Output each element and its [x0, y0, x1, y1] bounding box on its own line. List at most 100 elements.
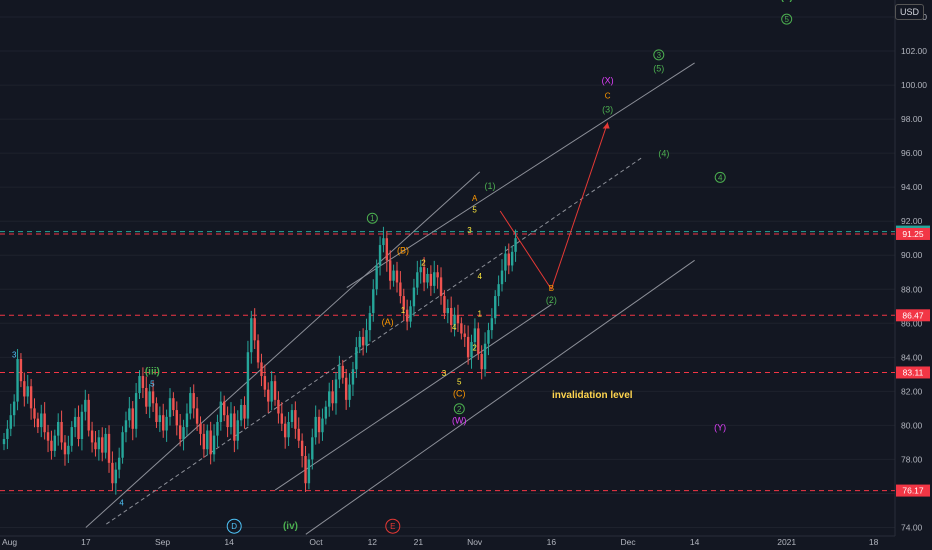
- wave-label: invalidation level: [552, 390, 633, 401]
- candle-body: [443, 296, 446, 314]
- candle-body: [338, 365, 341, 380]
- price-tag-label: 86.47: [902, 310, 924, 320]
- candle-body: [63, 442, 67, 455]
- candle-body: [199, 423, 202, 434]
- candle-body: [60, 421, 63, 443]
- candle-body: [250, 318, 253, 353]
- candle-body: [497, 284, 500, 297]
- candle-body: [43, 413, 46, 433]
- candle-body: [334, 379, 338, 404]
- candle-body: [378, 245, 382, 266]
- candle-body: [12, 401, 16, 416]
- wave-label: B: [549, 284, 554, 293]
- candle-body: [456, 314, 460, 324]
- candle-body: [283, 423, 287, 438]
- candle-body: [97, 437, 101, 450]
- wave-label: 3: [12, 350, 17, 359]
- x-tick-label: Dec: [621, 537, 637, 547]
- candle-body: [487, 330, 490, 344]
- candle-body: [331, 391, 334, 404]
- candle-body: [57, 421, 60, 436]
- wave-label: 3: [467, 226, 472, 235]
- candle-body: [131, 408, 134, 429]
- price-tag-label: 83.11: [903, 367, 924, 377]
- candle-body: [151, 391, 155, 404]
- wave-label: D: [231, 522, 237, 531]
- candle-body: [162, 415, 165, 431]
- candle-body: [223, 401, 226, 416]
- candle-body: [422, 267, 426, 283]
- candle-body: [172, 398, 175, 411]
- wave-label: A: [472, 194, 478, 203]
- y-tick-label: 102.00: [901, 46, 927, 56]
- candle-body: [314, 416, 317, 438]
- candle-body: [233, 413, 236, 441]
- candle-body: [307, 459, 311, 484]
- candle-body: [212, 435, 216, 455]
- candle-body: [80, 411, 84, 440]
- candle-body: [477, 328, 480, 354]
- candle-body: [463, 333, 466, 337]
- candle-body: [206, 430, 209, 450]
- candle-body: [90, 430, 94, 443]
- candle-body: [29, 386, 33, 409]
- candle-body: [185, 413, 189, 428]
- wave-label: (iii): [145, 366, 160, 377]
- candle-body: [195, 408, 199, 424]
- candle-body: [341, 365, 344, 378]
- candle-body: [311, 437, 314, 460]
- candle-body: [36, 418, 40, 428]
- candle-body: [419, 267, 422, 273]
- wave-label: (A): [382, 317, 394, 327]
- candle-body: [73, 416, 77, 428]
- wave-label: (1): [484, 181, 495, 191]
- y-tick-label: 88.00: [901, 284, 923, 294]
- candle-body: [382, 238, 385, 246]
- x-tick-label: 18: [869, 537, 879, 547]
- wave-label: 4: [452, 323, 457, 332]
- candle-body: [50, 440, 53, 451]
- candle-body: [304, 456, 307, 484]
- candle-body: [375, 265, 378, 290]
- y-tick-label: 96.00: [901, 148, 923, 158]
- candle-body: [510, 251, 514, 266]
- candle-body: [409, 306, 412, 322]
- candle-body: [87, 399, 90, 431]
- y-tick-label: 90.00: [901, 250, 923, 260]
- candle-body: [287, 421, 290, 438]
- wave-label: 4: [119, 498, 124, 507]
- candle-body: [439, 277, 443, 297]
- y-tick-label: 80.00: [901, 420, 923, 430]
- wave-label: 2: [457, 405, 462, 414]
- candle-body: [101, 437, 104, 453]
- candle-body: [294, 410, 297, 429]
- candle-body: [399, 282, 402, 297]
- candle-body: [358, 336, 361, 348]
- y-tick-label: 82.00: [901, 386, 923, 396]
- candle-body: [70, 427, 73, 446]
- candle-body: [504, 253, 507, 271]
- x-tick-label: 14: [224, 537, 234, 547]
- candle-body: [433, 272, 436, 286]
- wave-label: 3: [442, 369, 447, 378]
- wave-label: 5: [150, 379, 155, 388]
- y-tick-label: 98.00: [901, 114, 923, 124]
- candle-body: [260, 362, 263, 377]
- candle-body: [368, 313, 372, 331]
- x-tick-label: 2021: [777, 537, 796, 547]
- wave-label: (C): [453, 388, 466, 398]
- price-chart[interactable]: 74.0076.0078.0080.0082.0084.0086.0088.00…: [0, 0, 932, 550]
- currency-button[interactable]: USD: [894, 4, 924, 20]
- candle-body: [226, 415, 229, 428]
- candle-body: [124, 420, 128, 433]
- candle-body: [494, 296, 497, 319]
- candle-body: [500, 270, 504, 285]
- candle-body: [229, 413, 233, 428]
- candle-body: [117, 457, 121, 470]
- candle-body: [2, 439, 6, 445]
- candle-body: [178, 425, 182, 440]
- candle-body: [405, 309, 409, 322]
- wave-label: 1: [401, 306, 406, 315]
- candle-body: [182, 427, 185, 440]
- candle-body: [460, 323, 463, 334]
